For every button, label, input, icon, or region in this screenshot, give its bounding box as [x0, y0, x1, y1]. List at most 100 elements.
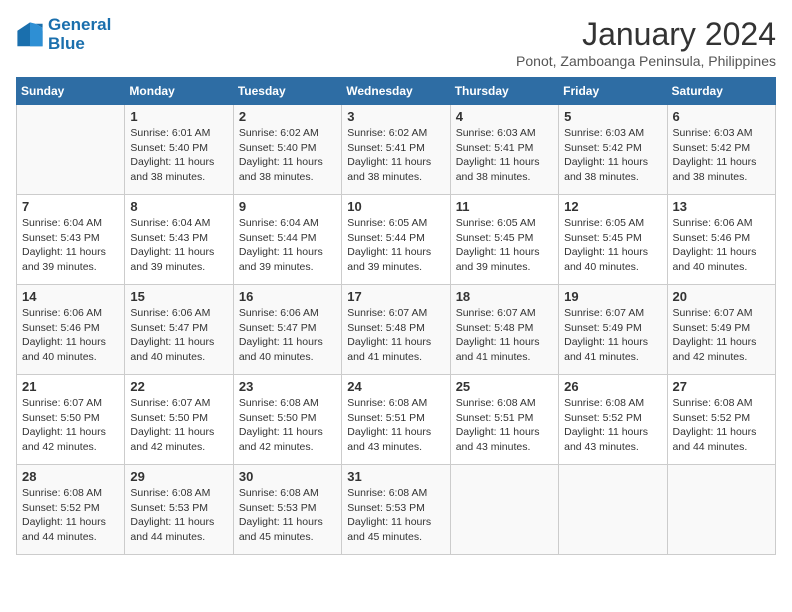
- day-info: Sunrise: 6:08 AMSunset: 5:50 PMDaylight:…: [239, 396, 336, 455]
- weekday-header: Monday: [125, 78, 233, 105]
- day-number: 20: [673, 289, 770, 304]
- day-info: Sunrise: 6:06 AMSunset: 5:47 PMDaylight:…: [239, 306, 336, 365]
- day-info: Sunrise: 6:08 AMSunset: 5:53 PMDaylight:…: [130, 486, 227, 545]
- page-header: General Blue January 2024 Ponot, Zamboan…: [16, 16, 776, 69]
- day-info: Sunrise: 6:08 AMSunset: 5:53 PMDaylight:…: [347, 486, 444, 545]
- day-number: 18: [456, 289, 553, 304]
- calendar-cell: 24 Sunrise: 6:08 AMSunset: 5:51 PMDayligh…: [342, 375, 450, 465]
- day-number: 7: [22, 199, 119, 214]
- day-info: Sunrise: 6:07 AMSunset: 5:49 PMDaylight:…: [673, 306, 770, 365]
- calendar-week-row: 1 Sunrise: 6:01 AMSunset: 5:40 PMDaylight…: [17, 105, 776, 195]
- calendar-cell: 22Sunrise: 6:07 AMSunset: 5:50 PMDayligh…: [125, 375, 233, 465]
- weekday-header: Saturday: [667, 78, 775, 105]
- calendar-cell: 5 Sunrise: 6:03 AMSunset: 5:42 PMDaylight…: [559, 105, 667, 195]
- day-info: Sunrise: 6:08 AMSunset: 5:51 PMDaylight:…: [347, 396, 444, 455]
- calendar-cell: 13 Sunrise: 6:06 AMSunset: 5:46 PMDayligh…: [667, 195, 775, 285]
- day-info: Sunrise: 6:03 AMSunset: 5:41 PMDaylight:…: [456, 126, 553, 185]
- day-number: 8: [130, 199, 227, 214]
- day-number: 15: [130, 289, 227, 304]
- calendar-cell: 23 Sunrise: 6:08 AMSunset: 5:50 PMDayligh…: [233, 375, 341, 465]
- day-info: Sunrise: 6:04 AMSunset: 5:43 PMDaylight:…: [22, 216, 119, 275]
- calendar-cell: 19 Sunrise: 6:07 AMSunset: 5:49 PMDayligh…: [559, 285, 667, 375]
- day-number: 25: [456, 379, 553, 394]
- weekday-header: Friday: [559, 78, 667, 105]
- day-number: 23: [239, 379, 336, 394]
- day-info: Sunrise: 6:05 AMSunset: 5:45 PMDaylight:…: [456, 216, 553, 275]
- calendar-cell: 18 Sunrise: 6:07 AMSunset: 5:48 PMDayligh…: [450, 285, 558, 375]
- calendar-cell: 6 Sunrise: 6:03 AMSunset: 5:42 PMDaylight…: [667, 105, 775, 195]
- calendar-cell: 16 Sunrise: 6:06 AMSunset: 5:47 PMDayligh…: [233, 285, 341, 375]
- calendar-cell: 9 Sunrise: 6:04 AMSunset: 5:44 PMDaylight…: [233, 195, 341, 285]
- calendar-cell: [17, 105, 125, 195]
- calendar-cell: 7 Sunrise: 6:04 AMSunset: 5:43 PMDaylight…: [17, 195, 125, 285]
- day-number: 28: [22, 469, 119, 484]
- day-number: 1: [130, 109, 227, 124]
- day-number: 19: [564, 289, 661, 304]
- day-number: 27: [673, 379, 770, 394]
- day-info: Sunrise: 6:06 AMSunset: 5:46 PMDaylight:…: [22, 306, 119, 365]
- day-info: Sunrise: 6:03 AMSunset: 5:42 PMDaylight:…: [673, 126, 770, 185]
- calendar-cell: 29 Sunrise: 6:08 AMSunset: 5:53 PMDayligh…: [125, 465, 233, 555]
- day-info: Sunrise: 6:07 AMSunset: 5:50 PMDaylight:…: [130, 396, 227, 455]
- calendar-cell: 25 Sunrise: 6:08 AMSunset: 5:51 PMDayligh…: [450, 375, 558, 465]
- calendar-cell: 17Sunrise: 6:07 AMSunset: 5:48 PMDayligh…: [342, 285, 450, 375]
- day-number: 3: [347, 109, 444, 124]
- day-info: Sunrise: 6:06 AMSunset: 5:47 PMDaylight:…: [130, 306, 227, 365]
- day-number: 17: [347, 289, 444, 304]
- weekday-header: Thursday: [450, 78, 558, 105]
- weekday-header: Tuesday: [233, 78, 341, 105]
- calendar-cell: 26Sunrise: 6:08 AMSunset: 5:52 PMDayligh…: [559, 375, 667, 465]
- weekday-header: Sunday: [17, 78, 125, 105]
- day-info: Sunrise: 6:08 AMSunset: 5:52 PMDaylight:…: [673, 396, 770, 455]
- day-info: Sunrise: 6:08 AMSunset: 5:52 PMDaylight:…: [564, 396, 661, 455]
- day-number: 6: [673, 109, 770, 124]
- calendar-cell: 4Sunrise: 6:03 AMSunset: 5:41 PMDaylight…: [450, 105, 558, 195]
- month-title: January 2024: [516, 16, 776, 53]
- day-info: Sunrise: 6:02 AMSunset: 5:41 PMDaylight:…: [347, 126, 444, 185]
- calendar-cell: 1 Sunrise: 6:01 AMSunset: 5:40 PMDaylight…: [125, 105, 233, 195]
- day-info: Sunrise: 6:01 AMSunset: 5:40 PMDaylight:…: [130, 126, 227, 185]
- calendar-week-row: 21 Sunrise: 6:07 AMSunset: 5:50 PMDayligh…: [17, 375, 776, 465]
- day-number: 31: [347, 469, 444, 484]
- day-number: 5: [564, 109, 661, 124]
- calendar-header-row: SundayMondayTuesdayWednesdayThursdayFrid…: [17, 78, 776, 105]
- day-number: 2: [239, 109, 336, 124]
- day-number: 30: [239, 469, 336, 484]
- calendar-cell: 11Sunrise: 6:05 AMSunset: 5:45 PMDayligh…: [450, 195, 558, 285]
- day-number: 16: [239, 289, 336, 304]
- day-info: Sunrise: 6:08 AMSunset: 5:53 PMDaylight:…: [239, 486, 336, 545]
- day-info: Sunrise: 6:07 AMSunset: 5:48 PMDaylight:…: [456, 306, 553, 365]
- calendar-cell: 27 Sunrise: 6:08 AMSunset: 5:52 PMDayligh…: [667, 375, 775, 465]
- day-number: 14: [22, 289, 119, 304]
- calendar-cell: [559, 465, 667, 555]
- location-subtitle: Ponot, Zamboanga Peninsula, Philippines: [516, 53, 776, 69]
- title-block: January 2024 Ponot, Zamboanga Peninsula,…: [516, 16, 776, 69]
- day-info: Sunrise: 6:02 AMSunset: 5:40 PMDaylight:…: [239, 126, 336, 185]
- calendar-week-row: 7 Sunrise: 6:04 AMSunset: 5:43 PMDaylight…: [17, 195, 776, 285]
- calendar-cell: 2 Sunrise: 6:02 AMSunset: 5:40 PMDaylight…: [233, 105, 341, 195]
- day-info: Sunrise: 6:04 AMSunset: 5:44 PMDaylight:…: [239, 216, 336, 275]
- calendar-cell: 28Sunrise: 6:08 AMSunset: 5:52 PMDayligh…: [17, 465, 125, 555]
- day-number: 29: [130, 469, 227, 484]
- logo: General Blue: [16, 16, 111, 53]
- calendar-cell: [450, 465, 558, 555]
- calendar-cell: 15 Sunrise: 6:06 AMSunset: 5:47 PMDayligh…: [125, 285, 233, 375]
- day-info: Sunrise: 6:07 AMSunset: 5:49 PMDaylight:…: [564, 306, 661, 365]
- day-info: Sunrise: 6:08 AMSunset: 5:51 PMDaylight:…: [456, 396, 553, 455]
- calendar-cell: 3 Sunrise: 6:02 AMSunset: 5:41 PMDaylight…: [342, 105, 450, 195]
- day-info: Sunrise: 6:05 AMSunset: 5:45 PMDaylight:…: [564, 216, 661, 275]
- day-number: 9: [239, 199, 336, 214]
- calendar-cell: 12 Sunrise: 6:05 AMSunset: 5:45 PMDayligh…: [559, 195, 667, 285]
- day-info: Sunrise: 6:03 AMSunset: 5:42 PMDaylight:…: [564, 126, 661, 185]
- calendar-cell: 31 Sunrise: 6:08 AMSunset: 5:53 PMDayligh…: [342, 465, 450, 555]
- calendar-cell: 8Sunrise: 6:04 AMSunset: 5:43 PMDaylight…: [125, 195, 233, 285]
- calendar-week-row: 28Sunrise: 6:08 AMSunset: 5:52 PMDayligh…: [17, 465, 776, 555]
- day-number: 13: [673, 199, 770, 214]
- calendar-cell: 14 Sunrise: 6:06 AMSunset: 5:46 PMDayligh…: [17, 285, 125, 375]
- calendar-cell: [667, 465, 775, 555]
- calendar-cell: 20 Sunrise: 6:07 AMSunset: 5:49 PMDayligh…: [667, 285, 775, 375]
- day-number: 21: [22, 379, 119, 394]
- day-number: 12: [564, 199, 661, 214]
- day-number: 24: [347, 379, 444, 394]
- day-info: Sunrise: 6:06 AMSunset: 5:46 PMDaylight:…: [673, 216, 770, 275]
